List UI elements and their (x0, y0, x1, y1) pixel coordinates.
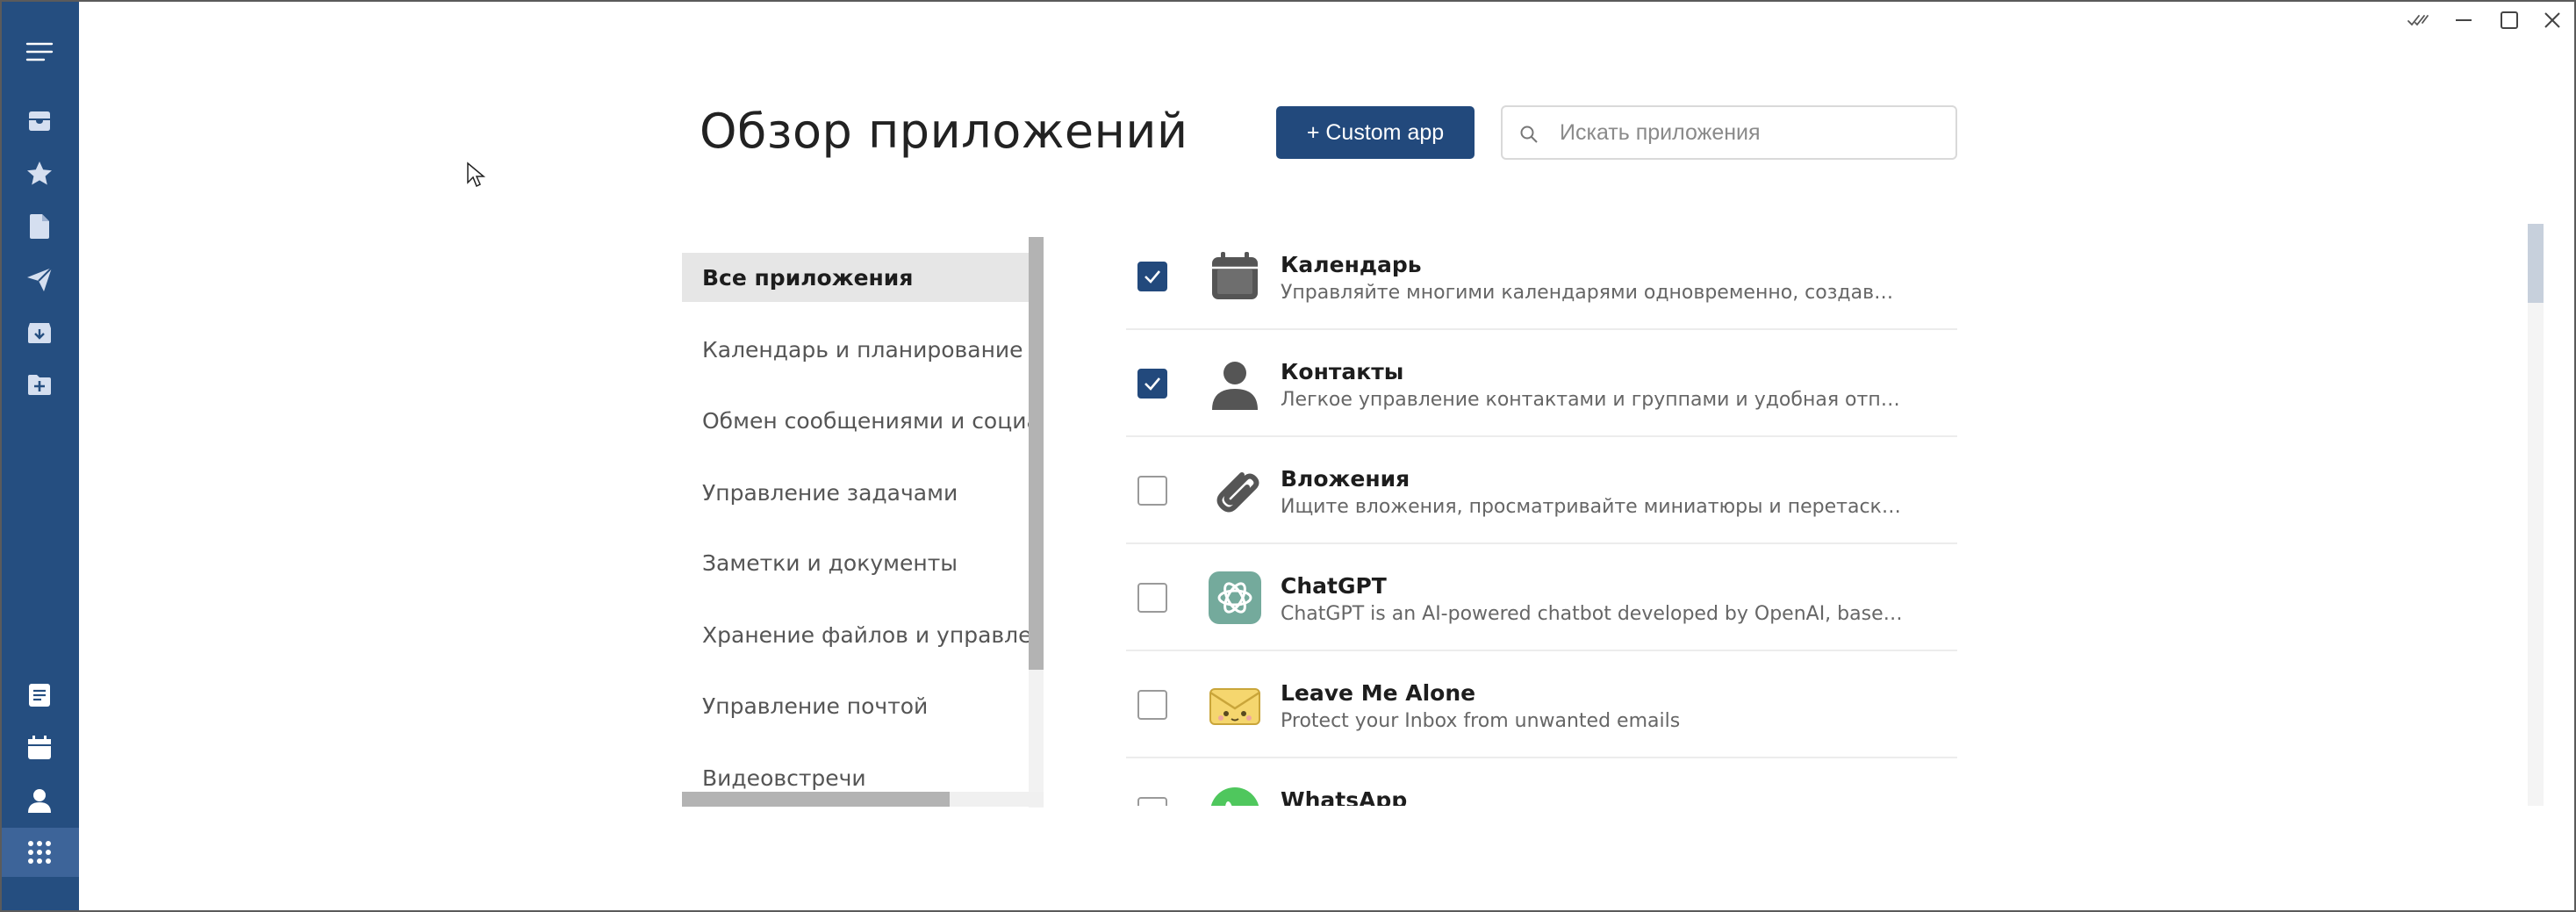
envelope-face-icon (1207, 677, 1263, 733)
minimize-icon[interactable] (2446, 5, 2481, 35)
app-enable-checkbox[interactable] (1137, 369, 1167, 399)
app-description: ChatGPT is an AI-powered chatbot develop… (1281, 603, 1904, 625)
app-name: WhatsApp (1281, 787, 1408, 806)
category-all-apps[interactable]: Все приложения (682, 253, 1029, 302)
star-icon[interactable] (24, 158, 55, 190)
app-row-leave-me-alone[interactable]: Leave Me Alone Protect your Inbox from u… (1126, 652, 1957, 758)
scrollbar-thumb[interactable] (682, 792, 950, 807)
apps-grid-icon[interactable] (24, 837, 55, 868)
folder-add-icon[interactable] (24, 369, 55, 400)
app-description: Легкое управление контактами и группами … (1281, 389, 1904, 411)
close-icon[interactable] (2535, 5, 2570, 35)
category-file-storage[interactable]: Хранение файлов и управление и (682, 610, 1029, 659)
calendar-icon[interactable] (24, 732, 55, 764)
app-description: Ищите вложения, просматривайте миниатюры… (1281, 496, 1904, 518)
app-enable-checkbox[interactable] (1137, 583, 1167, 613)
search-box[interactable] (1501, 105, 1957, 160)
maximize-icon[interactable] (2492, 5, 2527, 35)
contacts-icon[interactable] (24, 785, 55, 816)
send-icon[interactable] (24, 263, 55, 295)
app-list-vertical-scrollbar[interactable] (2528, 224, 2544, 806)
inbox-icon[interactable] (24, 105, 55, 137)
scrollbar-thumb[interactable] (1029, 237, 1044, 670)
app-enable-checkbox[interactable] (1137, 690, 1167, 720)
menu-icon[interactable] (24, 36, 55, 68)
category-horizontal-scrollbar[interactable] (682, 792, 1044, 807)
search-input[interactable] (1560, 107, 1946, 158)
read-all-icon[interactable] (2400, 5, 2436, 35)
app-name: ChatGPT (1281, 573, 1387, 599)
whatsapp-icon (1207, 784, 1263, 806)
custom-app-button[interactable]: + Custom app (1276, 106, 1475, 159)
archive-icon[interactable] (24, 316, 55, 348)
scrollbar-thumb[interactable] (2528, 224, 2544, 303)
paperclip-icon (1207, 463, 1263, 519)
category-task-management[interactable]: Управление задачами (682, 468, 1029, 517)
app-name: Календарь (1281, 252, 1422, 277)
category-mail-management[interactable]: Управление почтой (682, 681, 1029, 730)
app-enable-checkbox[interactable] (1137, 476, 1167, 506)
app-row-contacts[interactable]: Контакты Легкое управление контактами и … (1126, 331, 1957, 437)
left-navigation-rail (0, 0, 79, 912)
checkmark-icon (1144, 270, 1160, 284)
calendar-app-icon (1207, 248, 1263, 305)
app-row-whatsapp[interactable]: WhatsApp (1126, 759, 1957, 806)
app-name: Leave Me Alone (1281, 680, 1476, 706)
app-enable-checkbox[interactable] (1137, 262, 1167, 291)
app-description: Управляйте многими календарями одновреме… (1281, 282, 1904, 304)
mouse-cursor-icon (467, 162, 486, 188)
search-icon (1520, 126, 1538, 143)
category-list: Все приложения Календарь и планирование … (682, 237, 1044, 808)
category-messaging-social[interactable]: Обмен сообщениями и социальн (682, 396, 1029, 445)
app-row-calendar[interactable]: Календарь Управляйте многими календарями… (1126, 224, 1957, 330)
contacts-app-icon (1207, 355, 1263, 412)
app-name: Контакты (1281, 359, 1404, 384)
document-icon[interactable] (24, 211, 55, 242)
category-calendar-scheduling[interactable]: Календарь и планирование (682, 325, 1029, 374)
notes-icon[interactable] (24, 679, 55, 711)
app-row-chatgpt[interactable]: ChatGPT ChatGPT is an AI-powered chatbot… (1126, 545, 1957, 651)
page-title: Обзор приложений (700, 104, 1188, 159)
app-list: Календарь Управляйте многими календарями… (1126, 224, 1957, 806)
chatgpt-icon (1207, 570, 1263, 626)
app-enable-checkbox[interactable] (1137, 797, 1167, 806)
checkmark-icon (1144, 377, 1160, 391)
app-name: Вложения (1281, 466, 1410, 492)
category-notes-documents[interactable]: Заметки и документы (682, 538, 1029, 587)
category-vertical-scrollbar[interactable] (1029, 237, 1044, 808)
app-row-attachments[interactable]: Вложения Ищите вложения, просматривайте … (1126, 438, 1957, 544)
app-description: Protect your Inbox from unwanted emails (1281, 710, 1681, 732)
